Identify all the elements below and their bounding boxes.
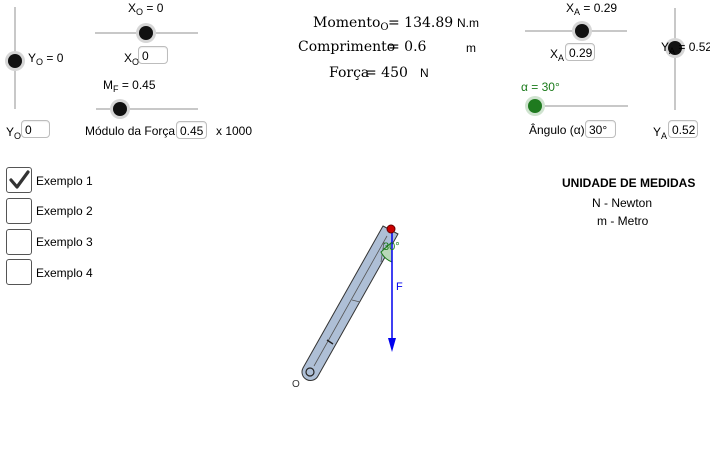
force-label: F: [396, 281, 403, 293]
force-arrowhead: [388, 338, 396, 352]
origin-label: O: [292, 379, 300, 390]
lever-diagram: 30° F O: [292, 224, 403, 390]
angle-label: 30°: [383, 241, 400, 253]
origin-pin: [305, 367, 315, 377]
application-point: [386, 224, 396, 234]
